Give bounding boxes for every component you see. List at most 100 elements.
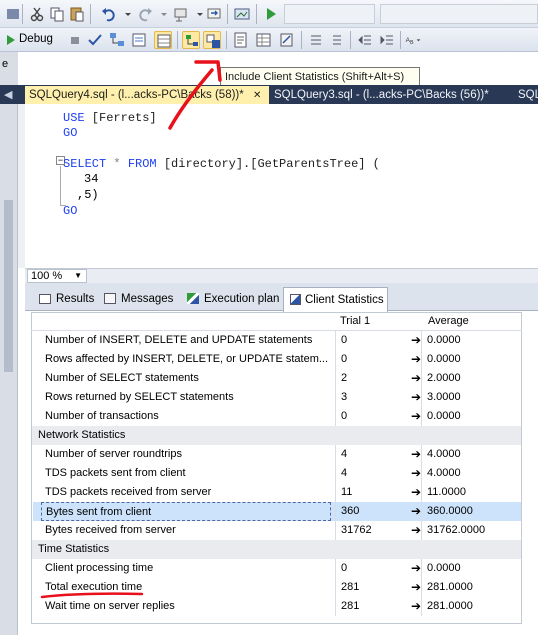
uncomment-icon[interactable]: [327, 31, 345, 49]
column-divider: [335, 369, 336, 388]
standard-toolbar: [0, 0, 538, 28]
statistic-label: Rows returned by SELECT statements: [45, 391, 234, 403]
find-combo[interactable]: [380, 4, 538, 24]
tab-client-statistics[interactable]: Client Statistics: [283, 287, 388, 312]
tab-label: Results: [56, 293, 95, 305]
column-divider: [335, 578, 336, 597]
redo-icon[interactable]: [136, 5, 154, 23]
column-divider: [421, 559, 422, 578]
table-row[interactable]: Number of SELECT statements 2 ➔ 2.0000: [33, 369, 521, 388]
specify-template-values-icon[interactable]: AB: [405, 31, 433, 49]
column-divider: [335, 388, 336, 407]
cancel-query-icon[interactable]: [66, 31, 80, 49]
tab-messages[interactable]: Messages: [98, 288, 178, 310]
statistic-label: Number of INSERT, DELETE and UPDATE stat…: [45, 334, 313, 346]
separator: [90, 4, 91, 24]
navigate-forward-icon[interactable]: [205, 5, 223, 23]
zoom-value: 100 %: [31, 270, 63, 282]
trial-value: 4: [341, 467, 348, 479]
section-header: Network Statistics: [32, 426, 521, 445]
average-value: 11.0000: [427, 486, 466, 498]
code-line-7: GO: [63, 204, 77, 219]
parse-checkmark-icon[interactable]: [86, 31, 104, 49]
tab-label: Client Statistics: [305, 294, 384, 306]
tab-sql-overflow[interactable]: SQL: [514, 86, 538, 105]
keyword: USE: [63, 111, 85, 125]
trial-value: 281: [341, 600, 360, 612]
trial-value: 0: [341, 562, 348, 574]
cut-icon[interactable]: [28, 5, 46, 23]
comment-out-icon[interactable]: [307, 31, 325, 49]
separator: [400, 31, 401, 49]
table-row[interactable]: Bytes received from server 31762 ➔ 31762.00…: [33, 521, 521, 540]
table-row[interactable]: TDS packets received from server 11 ➔ 11.00…: [33, 483, 521, 502]
table-row[interactable]: Number of INSERT, DELETE and UPDATE stat…: [33, 331, 521, 350]
column-divider: [335, 483, 336, 502]
tab-execution-plan[interactable]: Execution plan: [181, 288, 281, 310]
close-icon[interactable]: ✕: [253, 86, 261, 105]
statistic-label: Client processing time: [45, 562, 154, 574]
undo-icon[interactable]: [100, 5, 118, 23]
decrease-indent-icon[interactable]: [356, 31, 374, 49]
code-line-6: ,5): [77, 188, 99, 202]
table-row[interactable]: TDS packets sent from client 4 ➔ 4.0000: [33, 464, 521, 483]
client-statistics-icon: [290, 294, 301, 306]
average-value: 4.0000: [427, 467, 461, 479]
navigate-dropdown-icon[interactable]: [191, 5, 203, 23]
left-panel-arrow-icon[interactable]: ◀: [0, 86, 20, 105]
increase-indent-icon[interactable]: [378, 31, 396, 49]
debug-button[interactable]: Debug: [19, 33, 53, 45]
average-value: 0.0000: [427, 562, 461, 574]
trial-value: 0: [341, 410, 348, 422]
column-divider: [335, 597, 336, 616]
messages-icon: [104, 293, 116, 305]
section-title: Network Statistics: [38, 429, 126, 441]
screenshot-icon[interactable]: [233, 5, 251, 23]
column-header-average: Average: [428, 315, 469, 327]
undo-dropdown-icon[interactable]: [119, 5, 131, 23]
panel-scrollbar[interactable]: [4, 200, 13, 372]
average-value: 360.0000: [427, 505, 473, 517]
table-row[interactable]: Number of transactions 0 ➔ 0.0000: [33, 407, 521, 426]
sql-editor-toolbar: Debug AB: [0, 28, 538, 52]
code-text: [Ferrets]: [84, 111, 157, 125]
left-panel-top: e: [0, 52, 18, 85]
trial-value: 4: [341, 448, 348, 460]
table-row[interactable]: Client processing time 0 ➔ 0.0000: [33, 559, 521, 578]
separator: [350, 31, 351, 49]
column-divider: [421, 502, 422, 521]
table-row[interactable]: Bytes sent from client 360 ➔ 360.0000: [33, 502, 521, 521]
trial-value: 3: [341, 391, 348, 403]
tab-results[interactable]: Results: [33, 288, 97, 310]
tab-sqlquery3[interactable]: SQLQuery3.sql - (l...acks-PC\Backs (56))…: [270, 86, 504, 105]
toolbar-icon-1[interactable]: [4, 5, 22, 23]
navigate-backward-icon[interactable]: [172, 5, 190, 23]
execute-icon[interactable]: [2, 31, 16, 49]
table-row[interactable]: Number of server roundtrips 4 ➔ 4.0000: [33, 445, 521, 464]
editor-margin: [18, 104, 25, 268]
statistic-label: TDS packets sent from client: [45, 467, 186, 479]
average-value: 0.0000: [427, 353, 461, 365]
column-divider: [421, 407, 422, 426]
redo-dropdown-icon[interactable]: [155, 5, 167, 23]
separator: [301, 31, 302, 49]
table-row[interactable]: Rows affected by INSERT, DELETE, or UPDA…: [33, 350, 521, 369]
results-to-grid2-icon[interactable]: [255, 31, 273, 49]
start-icon[interactable]: [262, 5, 280, 23]
chevron-down-icon[interactable]: ▼: [74, 270, 82, 282]
outline-line: [60, 166, 61, 206]
results-to-file-icon[interactable]: [278, 31, 296, 49]
paste-icon[interactable]: [68, 5, 86, 23]
column-divider: [335, 331, 336, 350]
display-estimated-plan-icon[interactable]: [108, 31, 126, 49]
zoom-combo[interactable]: 100 % ▼: [27, 269, 87, 283]
red-underline-annotation: [40, 592, 144, 599]
column-divider: [421, 464, 422, 483]
column-divider: [421, 445, 422, 464]
average-value: 0.0000: [427, 334, 461, 346]
query-designer-icon[interactable]: [130, 31, 148, 49]
separator: [227, 4, 228, 24]
copy-icon[interactable]: [48, 5, 66, 23]
table-row[interactable]: Rows returned by SELECT statements 3 ➔ 3.00…: [33, 388, 521, 407]
solution-configuration-combo[interactable]: [284, 4, 375, 24]
